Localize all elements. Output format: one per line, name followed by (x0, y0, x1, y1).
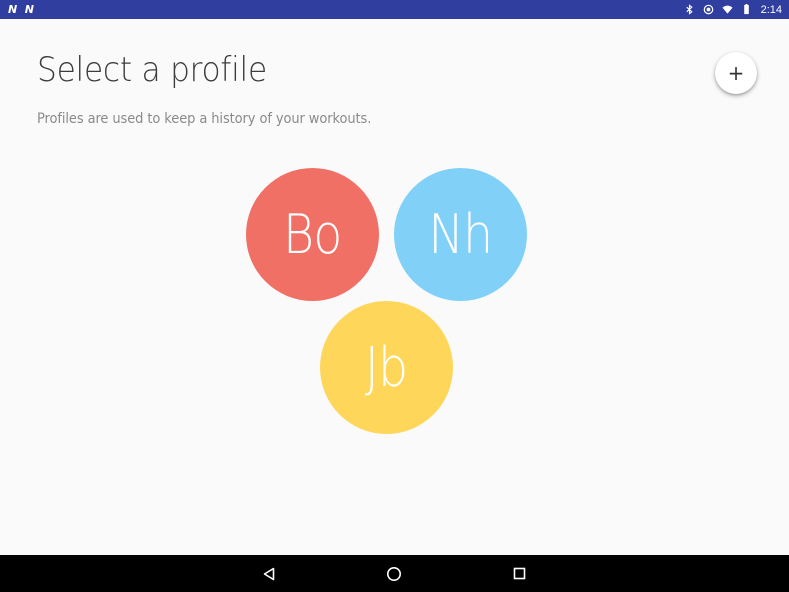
profile-initials: Bo (283, 203, 342, 266)
home-icon (387, 566, 401, 581)
home-button[interactable] (372, 555, 416, 592)
page-subtitle: Profiles are used to keep a history of y… (37, 111, 372, 127)
back-button[interactable] (247, 555, 291, 592)
back-icon (263, 567, 275, 580)
profile-initials: Nh (428, 203, 494, 266)
navigation-bar (0, 555, 789, 592)
add-profile-button[interactable]: + (715, 52, 757, 94)
sync-icon (703, 4, 714, 15)
notification-n-icon: N (24, 3, 34, 16)
notification-n-icon: N (8, 3, 17, 16)
profile-jb[interactable]: Jb (320, 301, 453, 434)
recents-button[interactable] (497, 555, 541, 592)
battery-icon (741, 4, 752, 15)
page-title: Select a profile (37, 50, 267, 90)
recents-icon (513, 567, 525, 580)
plus-icon: + (727, 61, 745, 85)
status-time: 2:14 (760, 3, 782, 16)
status-bar-left: N N (8, 3, 34, 16)
status-bar: N N 2:14 (0, 0, 789, 19)
profile-bo[interactable]: Bo (246, 168, 379, 301)
bluetooth-icon (684, 4, 695, 15)
status-bar-right: 2:14 (684, 4, 782, 16)
wifi-icon (722, 4, 733, 15)
profile-nh[interactable]: Nh (394, 168, 527, 301)
profile-initials: Jb (365, 336, 408, 399)
